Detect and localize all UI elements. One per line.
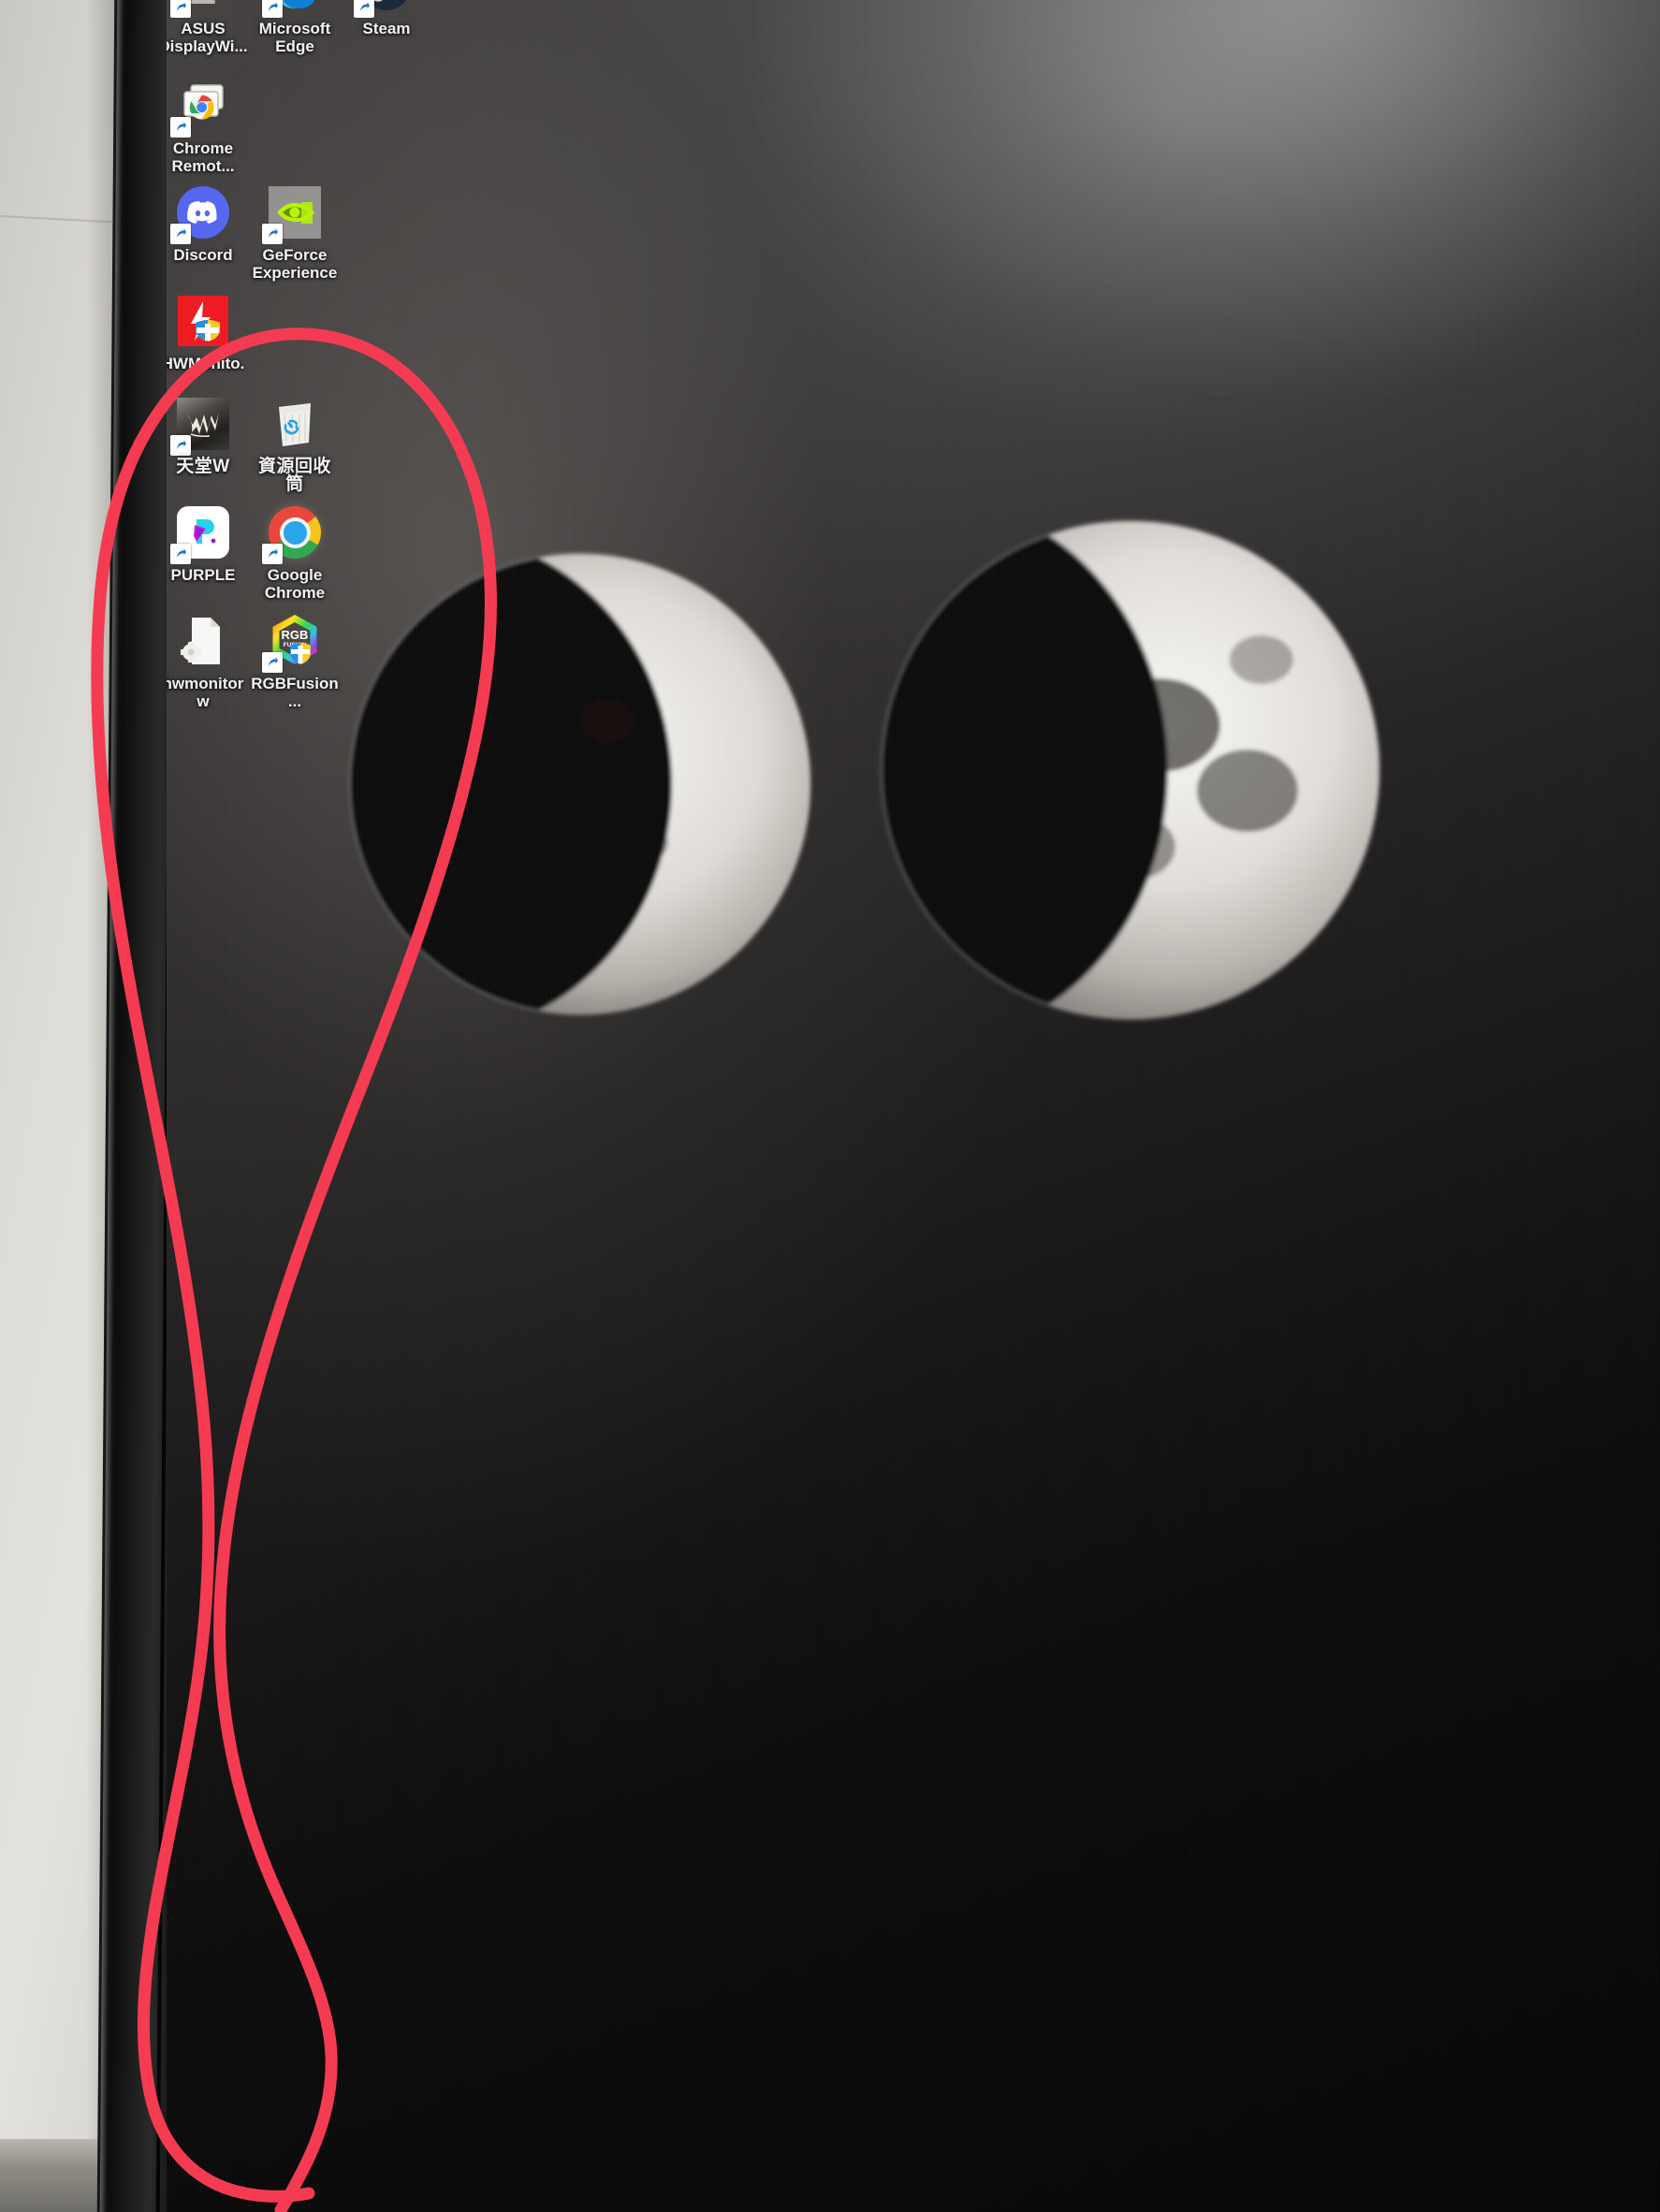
shortcut-arrow-icon [170,0,191,18]
icon-label: 天堂W [176,457,230,476]
desktop-icon-chrome-remote-desktop[interactable]: Chrome Remot... [167,77,249,175]
icon-label: RGBFusion... [251,675,339,710]
desktop-icon-google-chrome[interactable]: Google Chrome [249,503,341,602]
icon-label: Google Chrome [264,566,326,602]
icon-row-0: ASUS DisplayWi... Microsoft Edge Steam [167,0,432,55]
icon-label: HWMonito. [167,355,245,372]
desktop-icon-recycle-bin[interactable]: 資源回收筒 [249,395,341,493]
desktop-icon-hwmonitorw-document[interactable]: hwmonitorw [167,612,249,710]
desktop-icon-lineage-w[interactable]: 天堂W [167,395,249,493]
icon-label: Microsoft Edge [258,20,331,55]
microsoft-edge-icon [262,0,324,18]
icon-row-4: 天堂W 資源回收筒 [167,395,341,493]
icon-label: GeForce Experience [252,246,338,282]
asus-displaywidget-icon [170,0,232,18]
icon-row-2: Discord GeForce Experience [167,183,341,282]
screen-glare [747,0,1660,374]
icon-label: ASUS DisplayWi... [167,20,248,55]
shortcut-arrow-icon [262,652,283,673]
desktop-icon-rgbfusion[interactable]: RGB FUSION [249,612,341,710]
shortcut-arrow-icon [170,224,191,244]
shortcut-arrow-icon [170,117,191,138]
rgb-fusion-icon: RGB FUSION [262,612,324,673]
lineage-w-icon [170,395,232,456]
chrome-remote-desktop-icon [170,77,232,138]
moon-left [348,552,812,1016]
shortcut-arrow-icon [262,0,283,18]
svg-text:RGB: RGB [282,628,309,642]
steam-icon [354,0,415,18]
photo-of-monitor-scene: ASUS DisplayWi... Microsoft Edge Steam C… [0,0,1660,2212]
desktop-icon-microsoft-edge[interactable]: Microsoft Edge [249,0,341,55]
shortcut-arrow-icon [354,0,374,18]
icon-label: 資源回收筒 [257,457,331,494]
desktop-icon-asus-displaywidget[interactable]: ASUS DisplayWi... [167,0,249,55]
desktop-icon-geforce-experience[interactable]: GeForce Experience [249,183,341,282]
shortcut-arrow-icon [170,544,191,564]
geforce-experience-icon [262,183,324,244]
icon-row-1: Chrome Remot... [167,77,249,175]
desktop-icon-discord[interactable]: Discord [167,183,249,282]
icon-row-3: HWMonito. [167,292,249,372]
shortcut-arrow-icon [170,435,191,456]
hwmonitor-icon [174,292,232,350]
shortcut-arrow-icon [262,544,283,564]
desktop-icon-steam[interactable]: Steam [341,0,432,55]
monitor-screen: ASUS DisplayWi... Microsoft Edge Steam C… [167,0,1660,2212]
moon-right [880,519,1381,1021]
icon-row-5: PURPLE Google Chrome [167,503,341,602]
shortcut-arrow-icon [262,224,283,244]
google-chrome-icon [262,503,324,564]
icon-label: Steam [362,20,411,37]
icon-label: hwmonitorw [167,675,244,710]
desktop-icon-hwmonitor[interactable]: HWMonito. [167,292,249,372]
icon-row-6: hwmonitorw RGB RGBFusion... [167,612,341,710]
purple-launcher-icon [170,503,232,564]
text-document-icon [174,612,232,670]
icon-label: Chrome Remot... [171,139,235,175]
discord-icon [170,183,232,244]
icon-label: Discord [173,246,233,264]
recycle-bin-icon [266,395,324,453]
desktop-icon-purple[interactable]: PURPLE [167,503,249,602]
icon-label: PURPLE [170,566,236,584]
